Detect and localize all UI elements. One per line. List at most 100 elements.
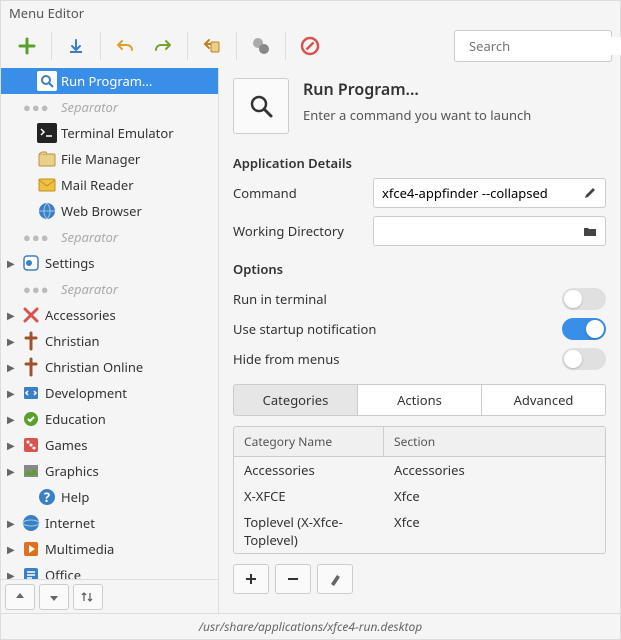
options-heading: Options bbox=[233, 260, 606, 278]
expand-icon: ▶ bbox=[7, 386, 17, 400]
expand-icon: ▶ bbox=[7, 308, 17, 322]
run-in-terminal-switch[interactable] bbox=[562, 288, 606, 310]
sidebar-toolbar bbox=[1, 579, 218, 613]
category-remove-button[interactable] bbox=[275, 564, 311, 594]
tree-category[interactable]: ▶ Office bbox=[1, 562, 218, 579]
table-row[interactable]: X-XFCEXfce bbox=[234, 483, 605, 509]
expand-icon: ▶ bbox=[7, 438, 17, 452]
tree-item-label: Development bbox=[45, 384, 127, 402]
tree-item-label: Christian Online bbox=[45, 358, 143, 376]
tab-categories[interactable]: Categories bbox=[234, 385, 358, 415]
window-title: Menu Editor bbox=[1, 1, 620, 23]
tab-advanced[interactable]: Advanced bbox=[482, 385, 605, 415]
search-box[interactable] bbox=[454, 30, 612, 62]
cell-category-name: Toplevel (X-Xfce-Toplevel) bbox=[244, 513, 394, 549]
mail-icon bbox=[37, 175, 57, 195]
toolbar bbox=[1, 23, 620, 68]
sort-button[interactable] bbox=[73, 584, 103, 610]
tree-category[interactable]: ▶ Settings bbox=[1, 250, 218, 276]
tree-separator[interactable]: ●●● Separator bbox=[1, 276, 218, 302]
tree-item[interactable]: Terminal Emulator bbox=[1, 120, 218, 146]
settings-icon bbox=[21, 253, 41, 273]
tree-category[interactable]: ▶ Christian bbox=[1, 328, 218, 354]
launcher-subtitle: Enter a command you want to launch bbox=[303, 106, 531, 124]
tree-category[interactable]: ▶ Multimedia bbox=[1, 536, 218, 562]
delete-button[interactable] bbox=[292, 28, 328, 64]
cross-icon bbox=[21, 357, 41, 377]
working-directory-input[interactable] bbox=[382, 222, 583, 240]
tree-category[interactable]: ▶Games bbox=[1, 432, 218, 458]
hide-from-menus-switch[interactable] bbox=[562, 348, 606, 370]
redo-button[interactable] bbox=[145, 28, 181, 64]
expand-icon: ▶ bbox=[7, 568, 17, 579]
tree-category[interactable]: ▶Education bbox=[1, 406, 218, 432]
tree-item-label: Education bbox=[45, 410, 106, 428]
cell-section: Accessories bbox=[394, 461, 465, 479]
graphics-icon bbox=[21, 461, 41, 481]
tree-item[interactable]: File Manager bbox=[1, 146, 218, 172]
add-button[interactable] bbox=[9, 28, 45, 64]
table-row[interactable]: AccessoriesAccessories bbox=[234, 457, 605, 483]
category-add-button[interactable] bbox=[233, 564, 269, 594]
hide-from-menus-label: Hide from menus bbox=[233, 350, 339, 368]
folder-icon bbox=[583, 224, 597, 238]
expand-icon: ▶ bbox=[7, 334, 17, 348]
internet-icon bbox=[21, 513, 41, 533]
accessories-icon bbox=[21, 305, 41, 325]
launcher-icon-button[interactable] bbox=[233, 78, 289, 134]
execute-button[interactable] bbox=[243, 28, 279, 64]
working-directory-field[interactable] bbox=[373, 216, 606, 246]
terminal-icon bbox=[37, 123, 57, 143]
tree-item-label: Multimedia bbox=[45, 540, 114, 558]
tree-separator[interactable]: ●●● Separator bbox=[1, 94, 218, 120]
menu-tree[interactable]: Run Program...●●● SeparatorTerminal Emul… bbox=[1, 68, 218, 579]
tree-item-label: Run Program... bbox=[61, 72, 152, 90]
tree-item-label: Internet bbox=[45, 514, 95, 532]
globe-icon bbox=[37, 201, 57, 221]
search-input[interactable] bbox=[469, 37, 621, 55]
tab-actions[interactable]: Actions bbox=[358, 385, 482, 415]
edu-icon bbox=[21, 409, 41, 429]
save-button[interactable] bbox=[58, 28, 94, 64]
tree-category[interactable]: ▶Graphics bbox=[1, 458, 218, 484]
tree-item[interactable]: ?Help bbox=[1, 484, 218, 510]
tree-category[interactable]: ▶ Accessories bbox=[1, 302, 218, 328]
th-category-name[interactable]: Category Name bbox=[234, 427, 384, 456]
command-field[interactable] bbox=[373, 178, 606, 208]
run-in-terminal-label: Run in terminal bbox=[233, 290, 327, 308]
edit-icon bbox=[583, 186, 597, 200]
separator-label: Separator bbox=[61, 280, 118, 298]
tree-item[interactable]: Web Browser bbox=[1, 198, 218, 224]
move-up-button[interactable] bbox=[5, 584, 35, 610]
tree-item-label: File Manager bbox=[61, 150, 140, 168]
tree-category[interactable]: ▶Christian Online bbox=[1, 354, 218, 380]
tree-item-label: Office bbox=[45, 566, 81, 579]
categories-table: Category Name Section AccessoriesAccesso… bbox=[233, 426, 606, 554]
expand-icon: ▶ bbox=[7, 516, 17, 530]
tree-item[interactable]: Mail Reader bbox=[1, 172, 218, 198]
tree-separator[interactable]: ●●● Separator bbox=[1, 224, 218, 250]
undo-button[interactable] bbox=[107, 28, 143, 64]
revert-button[interactable] bbox=[194, 28, 230, 64]
tree-item-label: Christian bbox=[45, 332, 100, 350]
startup-notification-switch[interactable] bbox=[562, 318, 606, 340]
table-row[interactable]: Toplevel (X-Xfce-Toplevel)Xfce bbox=[234, 509, 605, 553]
tree-item-label: Web Browser bbox=[61, 202, 142, 220]
svg-text:?: ? bbox=[44, 488, 50, 506]
tree-item-label: Accessories bbox=[45, 306, 116, 324]
expand-icon: ▶ bbox=[7, 464, 17, 478]
th-section[interactable]: Section bbox=[384, 427, 445, 456]
move-down-button[interactable] bbox=[39, 584, 69, 610]
expand-icon: ▶ bbox=[7, 542, 17, 556]
office-icon bbox=[21, 565, 41, 579]
command-input[interactable] bbox=[382, 184, 583, 202]
category-clear-button[interactable] bbox=[317, 564, 353, 594]
separator-label: Separator bbox=[61, 228, 118, 246]
tree-category[interactable]: ▶ Internet bbox=[1, 510, 218, 536]
tree-item[interactable]: Run Program... bbox=[1, 68, 218, 94]
statusbar: /usr/share/applications/xfce4-run.deskto… bbox=[1, 613, 620, 639]
tree-item-label: Mail Reader bbox=[61, 176, 134, 194]
tree-category[interactable]: ▶ Development bbox=[1, 380, 218, 406]
tree-item-label: Settings bbox=[45, 254, 94, 272]
expand-icon: ▶ bbox=[7, 256, 17, 270]
